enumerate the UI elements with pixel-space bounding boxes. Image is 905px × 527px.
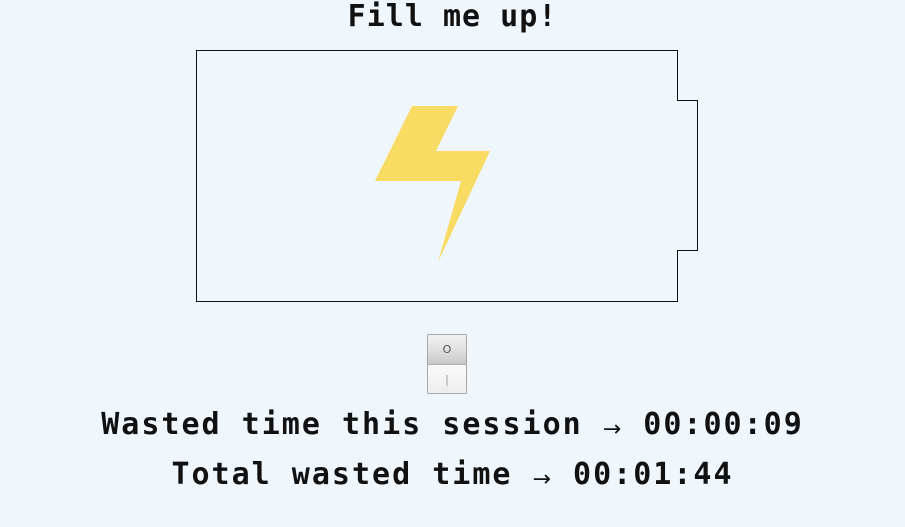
on-symbol: | [445, 372, 449, 386]
power-toggle-switch[interactable]: O | [427, 334, 467, 394]
total-time-value: 00:01:44 [573, 457, 734, 492]
session-time-label: Wasted time this session [101, 407, 583, 442]
toggle-off-segment[interactable]: O [428, 335, 466, 365]
right-arrow-icon: → [532, 467, 553, 492]
lightning-bolt-icon [375, 106, 490, 262]
battery-outline [196, 50, 698, 302]
right-arrow-icon: → [602, 417, 624, 442]
battery [196, 50, 700, 302]
off-symbol: O [442, 343, 452, 356]
total-time-row: Total wasted time → 00:01:44 [0, 457, 905, 498]
session-time-row: Wasted time this session → 00:00:09 [0, 407, 905, 448]
toggle-on-segment[interactable]: | [428, 365, 466, 393]
page-title: Fill me up! [347, 0, 558, 34]
session-time-value: 00:00:09 [643, 407, 804, 442]
total-time-label: Total wasted time [171, 457, 513, 492]
